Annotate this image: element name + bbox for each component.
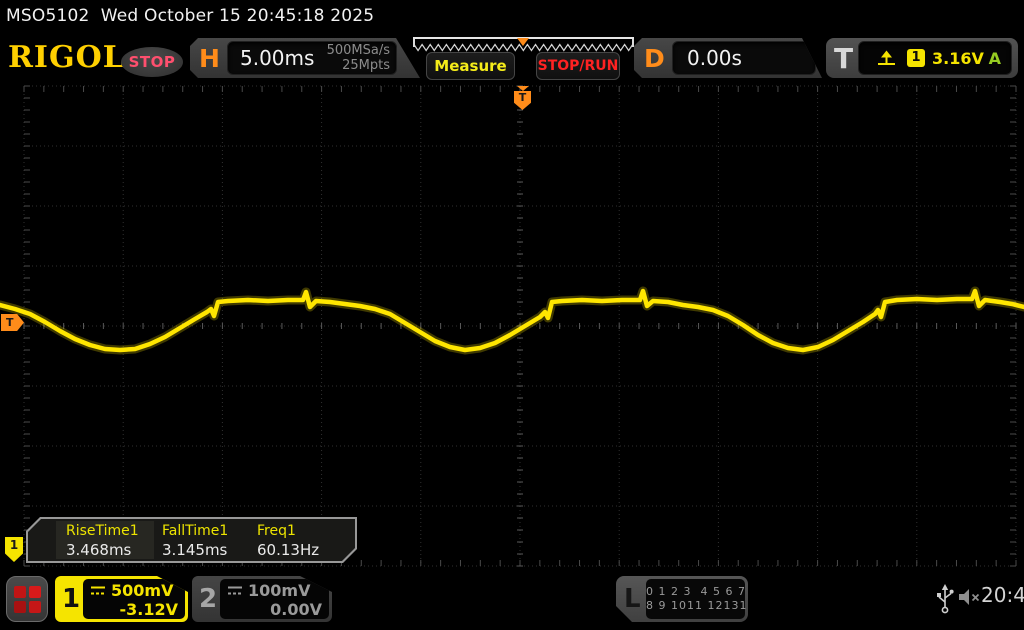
- delay-value: 0.00s: [687, 46, 742, 70]
- measurement-value: 60.13Hz: [257, 541, 319, 559]
- dc-coupling-icon: [227, 585, 243, 596]
- channel1-readout: 500mV -3.12V: [83, 579, 185, 619]
- rising-edge-trigger-icon: [877, 49, 897, 67]
- channel1-scale: 500mV: [111, 581, 173, 600]
- sample-rate: 500MSa/s: [327, 43, 390, 58]
- menu-grid-icon: [14, 586, 41, 613]
- trigger-mode-auto: A: [989, 49, 1001, 68]
- horizontal-delay-widget[interactable]: D 0.00s: [634, 38, 822, 78]
- sample-rate-readout: 500MSa/s 25Mpts: [327, 43, 390, 73]
- logic-channel-list: 0 1 2 3 4 5 6 7 8 9 1011 12131415: [646, 579, 745, 619]
- delay-readout: 0.00s: [672, 41, 816, 75]
- acquisition-state-badge: STOP: [121, 47, 183, 77]
- horizontal-timebase-widget[interactable]: H 5.00ms 500MSa/s 25Mpts: [190, 38, 420, 78]
- dc-coupling-icon: [90, 585, 106, 596]
- channel2-number: 2: [199, 584, 217, 614]
- channel1-status-widget[interactable]: 1 500mV -3.12V: [55, 576, 188, 622]
- measure-button-label: Measure: [434, 57, 506, 75]
- datetime: Wed October 15 20:45:18 2025: [101, 6, 375, 26]
- channel1-number: 1: [62, 584, 80, 614]
- measurement-label: Freq1: [257, 523, 296, 539]
- delay-label: D: [644, 44, 665, 73]
- measurement-label: FallTime1: [162, 523, 228, 539]
- horizontal-label: H: [199, 44, 220, 73]
- measurement-label: RiseTime1: [66, 523, 139, 539]
- measurement-value: 3.468ms: [66, 541, 131, 559]
- logic-row-8-15: 8 9 1011 12131415: [646, 599, 745, 613]
- trigger-source-badge: 1: [907, 49, 925, 67]
- rigol-logo: RIGOL: [8, 40, 125, 75]
- channel2-offset: 0.00V: [227, 600, 322, 619]
- logic-row-0-7: 0 1 2 3 4 5 6 7: [646, 585, 745, 599]
- overview-position-marker-icon[interactable]: [517, 38, 529, 46]
- measurement-overlay-panel: RiseTime1 3.468ms FallTime1 3.145ms Freq…: [28, 519, 355, 561]
- trigger-label: T: [834, 42, 853, 75]
- logic-label: L: [624, 584, 641, 614]
- trigger-readout: 1 3.16V A: [858, 41, 1012, 75]
- header-toolbar: RIGOL STOP H 5.00ms 500MSa/s 25Mpts Meas…: [0, 32, 1024, 85]
- measurement-overlay[interactable]: RiseTime1 3.468ms FallTime1 3.145ms Freq…: [26, 517, 357, 563]
- stop-run-button-label: STOP/RUN: [538, 58, 619, 74]
- status-bar: MSO5102 Wed October 15 20:45:18 2025: [0, 0, 1024, 32]
- main-menu-button[interactable]: [6, 576, 48, 622]
- oscilloscope-screen: { "colors": { "accent_orange": "#ff8c1a"…: [0, 0, 1024, 630]
- usb-icon: [936, 583, 954, 615]
- horizontal-readout: 5.00ms 500MSa/s 25Mpts: [227, 41, 397, 75]
- channel2-status-widget[interactable]: 2 100mV 0.00V: [192, 576, 332, 622]
- memory-depth: 25Mpts: [342, 58, 390, 73]
- stop-run-button[interactable]: STOP/RUN: [536, 52, 620, 80]
- trigger-position-arrow-icon[interactable]: [517, 86, 529, 91]
- timebase-value: 5.00ms: [240, 46, 314, 70]
- channel1-offset: -3.12V: [90, 600, 178, 619]
- channel2-readout: 100mV 0.00V: [220, 579, 329, 619]
- logic-channels-widget[interactable]: L 0 1 2 3 4 5 6 7 8 9 1011 12131415: [616, 576, 748, 622]
- channel2-scale: 100mV: [248, 581, 310, 600]
- clock-display: 20:45: [981, 583, 1024, 607]
- channel1-waveform-trace: [0, 85, 1024, 567]
- model-name: MSO5102: [6, 6, 90, 26]
- waveform-display-area: T T 1 RiseTime1 3.468ms FallTime1 3.145m…: [0, 85, 1024, 567]
- measurement-value: 3.145ms: [162, 541, 227, 559]
- measure-button[interactable]: Measure: [426, 52, 515, 80]
- trigger-level-value: 3.16V: [932, 49, 984, 68]
- acquisition-state-label: STOP: [129, 53, 176, 71]
- trigger-widget[interactable]: T 1 3.16V A: [826, 38, 1018, 78]
- speaker-muted-icon[interactable]: [957, 586, 981, 608]
- waveform-overview-strip[interactable]: [413, 37, 634, 51]
- model-and-datetime: MSO5102 Wed October 15 20:45:18 2025: [6, 6, 374, 26]
- bottom-bar: 1 500mV -3.12V 2 100mV 0.00V: [0, 570, 1024, 630]
